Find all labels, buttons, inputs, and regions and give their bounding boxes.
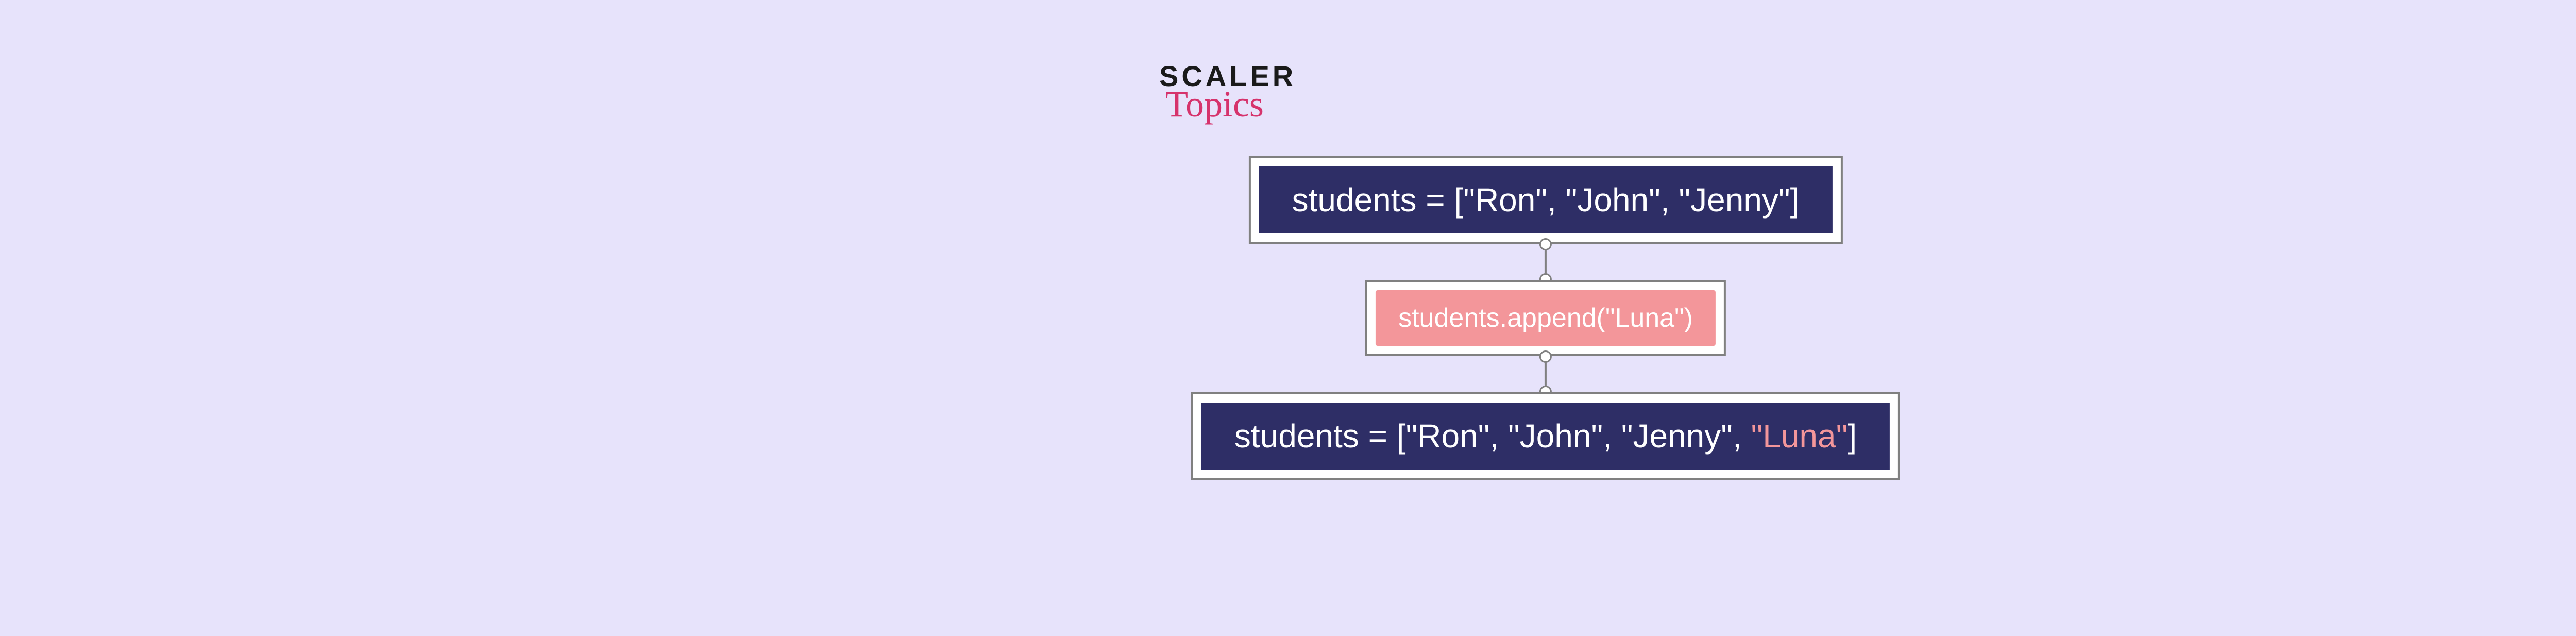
code-result-list: students = ["Ron", "John", "Jenny", "Lun…: [1201, 403, 1890, 470]
diagram-box-initial-list: students = ["Ron", "John", "Jenny"]: [1249, 156, 1843, 244]
result-suffix: ]: [1848, 417, 1857, 455]
result-highlight: "Luna": [1751, 417, 1848, 455]
connector-2: [1545, 356, 1547, 392]
diagram-box-result-list: students = ["Ron", "John", "Jenny", "Lun…: [1191, 392, 1900, 480]
code-initial-list: students = ["Ron", "John", "Jenny"]: [1259, 166, 1833, 233]
result-prefix: students = ["Ron", "John", "Jenny",: [1234, 417, 1751, 455]
code-append-call: students.append("Luna"): [1376, 290, 1716, 346]
flow-diagram: students = ["Ron", "John", "Jenny"] stud…: [1191, 156, 1900, 480]
diagram-box-append-call: students.append("Luna"): [1365, 280, 1726, 356]
logo-line2: Topics: [1159, 86, 1264, 123]
connector-1: [1545, 244, 1547, 280]
scaler-topics-logo: SCALER Topics: [1159, 62, 1296, 123]
